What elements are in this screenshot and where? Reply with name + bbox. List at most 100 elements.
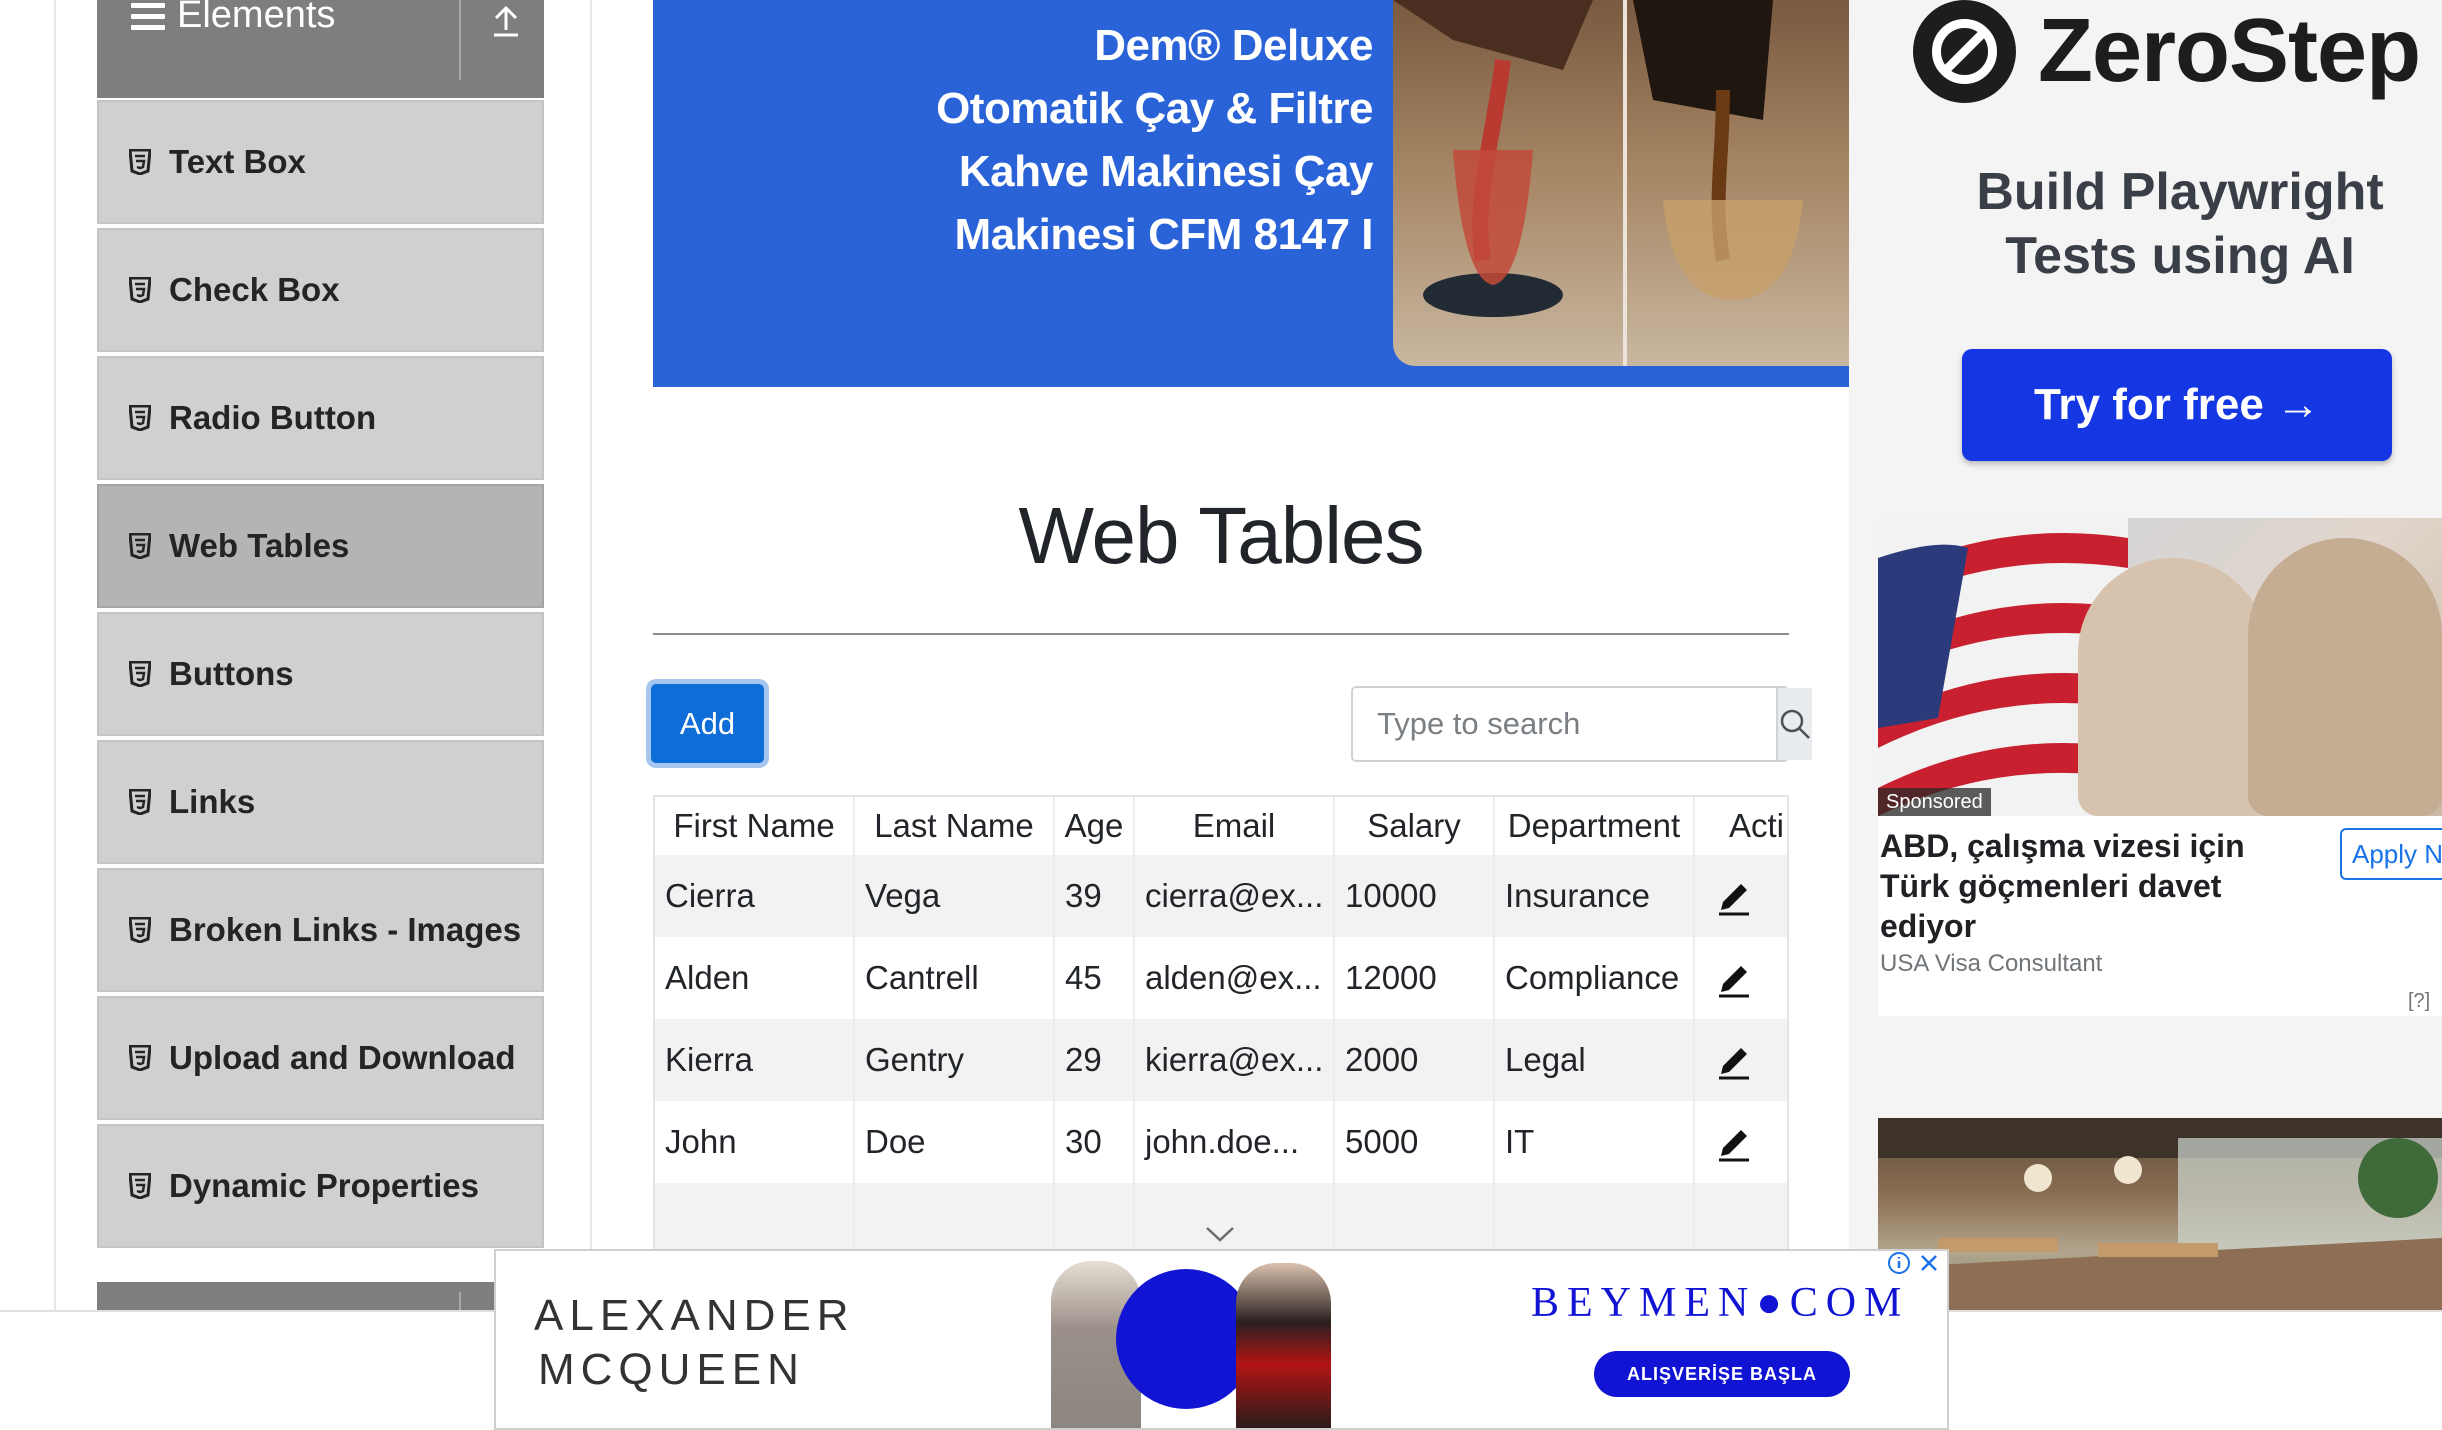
html5-icon xyxy=(129,917,151,943)
edit-pencil-icon[interactable] xyxy=(1715,876,1753,916)
search-icon xyxy=(1780,709,1810,739)
apply-now-button[interactable]: Apply No xyxy=(2340,828,2442,880)
sidebar-item-dynamic-properties[interactable]: Dynamic Properties xyxy=(97,1124,544,1248)
edit-pencil-icon[interactable] xyxy=(1715,958,1753,998)
cell-first-name: Alden xyxy=(655,937,855,1019)
column-header-last-name[interactable]: Last Name xyxy=(855,797,1055,855)
column-header-salary[interactable]: Salary xyxy=(1335,797,1495,855)
photo-split-line xyxy=(1623,0,1627,366)
cell-age: 45 xyxy=(1055,937,1135,1019)
blue-circle-graphic xyxy=(1116,1269,1256,1409)
next-group-header[interactable] xyxy=(97,1282,544,1312)
sidebar-item-links[interactable]: Links xyxy=(97,740,544,864)
search-input[interactable] xyxy=(1353,688,1776,760)
sidebar-item-label: Check Box xyxy=(169,271,340,308)
column-header-age[interactable]: Age xyxy=(1055,797,1135,855)
sponsored-label: Sponsored xyxy=(1878,788,1991,817)
column-header-action[interactable]: Acti xyxy=(1695,797,1787,855)
sidebar-item-upload-and-download[interactable]: Upload and Download xyxy=(97,996,544,1120)
visa-ad-image[interactable] xyxy=(1878,518,2442,816)
add-button[interactable]: Add xyxy=(651,684,764,763)
ad-help-link[interactable]: [?] xyxy=(2408,990,2430,1013)
html5-icon xyxy=(129,149,151,175)
column-header-department[interactable]: Department xyxy=(1495,797,1695,855)
zerostep-headline-line: Tests using AI xyxy=(2005,227,2355,285)
model-figure-right xyxy=(1236,1263,1331,1428)
beymen-logo: BEYMEN●COM xyxy=(1531,1280,1910,1326)
visa-ad-title[interactable]: ABD, çalışma vizesi için Türk göçmenleri… xyxy=(1880,826,2280,946)
sidebar-item-broken-links-images[interactable]: Broken Links - Images xyxy=(97,868,544,992)
chevron-down-icon[interactable] xyxy=(1203,1224,1237,1244)
visa-ad-source: USA Visa Consultant xyxy=(1880,950,2103,977)
alexander-mcqueen-logo: ALEXANDER MCQUEEN xyxy=(534,1289,855,1397)
group-header-title: Elements xyxy=(177,0,336,36)
tea-coffee-illustration xyxy=(1393,0,1803,317)
html5-icon xyxy=(129,277,151,303)
group-header-separator xyxy=(459,0,461,80)
try-for-free-button[interactable]: Try for free → xyxy=(1962,349,2392,461)
cell-last-name: Doe xyxy=(855,1101,1055,1183)
left-gutter-divider xyxy=(54,0,56,1310)
html5-icon xyxy=(129,533,151,559)
sidebar-item-label: Buttons xyxy=(169,655,294,692)
table-row: Alden Cantrell 45 alden@ex... 12000 Comp… xyxy=(655,937,1787,1019)
person-man-illustration xyxy=(2248,538,2442,816)
sidebar-item-label: Links xyxy=(169,783,256,820)
sidebar-item-label: Dynamic Properties xyxy=(169,1167,479,1204)
top-banner-ad[interactable]: Dem® Deluxe Otomatik Çay & Filtre Kahve … xyxy=(653,0,1849,387)
html5-icon xyxy=(129,1173,151,1199)
cell-first-name: John xyxy=(655,1101,855,1183)
sidebar-item-label: Web Tables xyxy=(169,527,350,564)
table-row: John Doe 30 john.doe... 5000 IT xyxy=(655,1101,1787,1183)
html5-icon xyxy=(129,1045,151,1071)
cell-actions xyxy=(1695,1019,1787,1101)
cell-email: john.doe... xyxy=(1135,1101,1335,1183)
ad-brand-line: ALEXANDER xyxy=(534,1291,855,1340)
sidebar-item-web-tables[interactable]: Web Tables xyxy=(97,484,544,608)
banner-line: Makinesi CFM 8147 I xyxy=(954,210,1374,259)
info-icon[interactable] xyxy=(1887,1251,1911,1275)
close-icon[interactable] xyxy=(1917,1251,1941,1275)
table-header-row: First Name Last Name Age Email Salary De… xyxy=(655,797,1787,855)
collapse-arrow-icon[interactable] xyxy=(491,4,521,38)
cell-department: Legal xyxy=(1495,1019,1695,1101)
bottom-banner-ad[interactable]: ALEXANDER MCQUEEN BEYMEN●COM ALIŞVERİŞE … xyxy=(494,1249,1949,1430)
cell-salary: 5000 xyxy=(1335,1101,1495,1183)
search-button[interactable] xyxy=(1776,688,1812,760)
banner-line: Kahve Makinesi Çay xyxy=(958,147,1374,196)
sidebar-item-check-box[interactable]: Check Box xyxy=(97,228,544,352)
banner-ad-text: Dem® Deluxe Otomatik Çay & Filtre Kahve … xyxy=(853,14,1373,266)
cell-last-name: Vega xyxy=(855,855,1055,937)
title-divider xyxy=(653,633,1789,635)
sidebar-divider xyxy=(590,0,592,1310)
cell-salary: 12000 xyxy=(1335,937,1495,1019)
cell-email: kierra@ex... xyxy=(1135,1019,1335,1101)
elements-group-header[interactable]: Elements xyxy=(97,0,544,98)
edit-pencil-icon[interactable] xyxy=(1715,1122,1753,1162)
sidebar-item-radio-button[interactable]: Radio Button xyxy=(97,356,544,480)
office-interior-illustration xyxy=(1878,1118,2442,1310)
banner-product-photo xyxy=(1393,0,1849,366)
office-ad-image[interactable] xyxy=(1878,1118,2442,1310)
column-header-email[interactable]: Email xyxy=(1135,797,1335,855)
shop-now-button[interactable]: ALIŞVERİŞE BAŞLA xyxy=(1594,1351,1850,1397)
sidebar-item-label: Text Box xyxy=(169,143,306,180)
cell-last-name: Gentry xyxy=(855,1019,1055,1101)
ad-brand-line: MCQUEEN xyxy=(538,1345,805,1394)
sidebar-item-text-box[interactable]: Text Box xyxy=(97,100,544,224)
group-header-separator xyxy=(459,1292,461,1312)
sidebar-item-label: Radio Button xyxy=(169,399,377,436)
elements-menu: Text Box Check Box Radio Button Web Tabl… xyxy=(97,100,544,1252)
sidebar-item-buttons[interactable]: Buttons xyxy=(97,612,544,736)
group-header-title-wrap: Elements xyxy=(131,0,335,37)
sidebar-item-label: Upload and Download xyxy=(169,1039,516,1076)
cell-actions xyxy=(1695,1101,1787,1183)
banner-line: Otomatik Çay & Filtre xyxy=(936,84,1373,133)
cell-salary: 2000 xyxy=(1335,1019,1495,1101)
cell-department: Compliance xyxy=(1495,937,1695,1019)
edit-pencil-icon[interactable] xyxy=(1715,1040,1753,1080)
column-header-first-name[interactable]: First Name xyxy=(655,797,855,855)
cell-salary: 10000 xyxy=(1335,855,1495,937)
ad-choices[interactable] xyxy=(1887,1251,1941,1275)
zerostep-logo[interactable]: ZeroStep xyxy=(1913,0,2421,103)
